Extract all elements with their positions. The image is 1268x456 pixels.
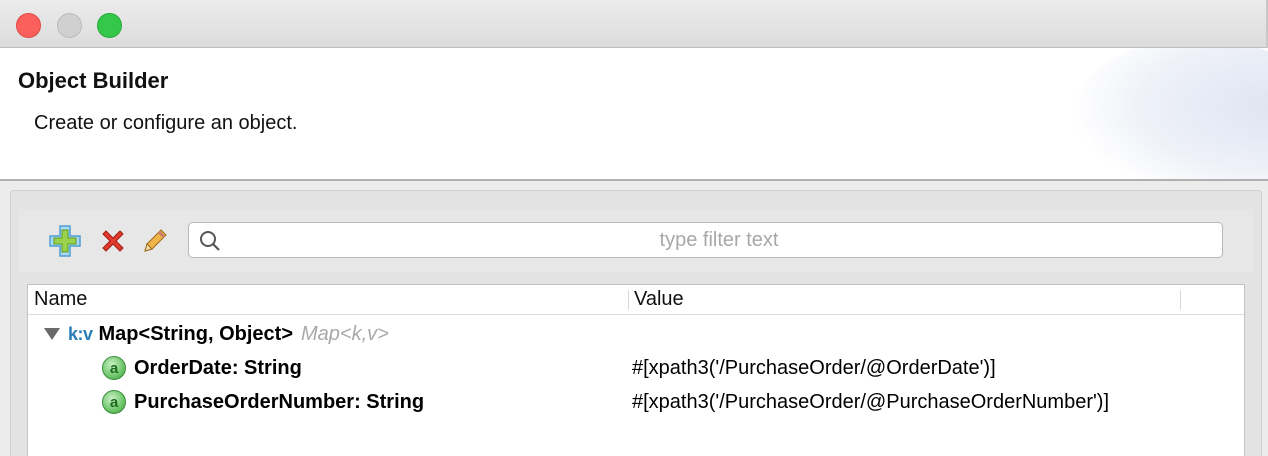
row-value[interactable]: #[xpath3('/PurchaseOrder/@PurchaseOrderN… (632, 385, 1109, 419)
tree-row-root[interactable]: k:v Map<String, Object> Map<k,v> (28, 317, 1244, 351)
attribute-icon: a (102, 390, 126, 414)
expand-triangle-icon[interactable] (44, 328, 60, 340)
edit-button[interactable] (137, 223, 173, 259)
column-header-value[interactable]: Value (634, 288, 684, 311)
title-bar (0, 0, 1268, 48)
row-name: PurchaseOrderNumber: String (134, 390, 425, 413)
root-type-hint: Map<k,v> (301, 322, 389, 345)
attribute-icon-letter: a (109, 393, 119, 411)
dialog-header: Object Builder Create or configure an ob… (0, 48, 1268, 181)
tree-column-header: Name Value (28, 285, 1244, 315)
attribute-icon-letter: a (109, 359, 119, 377)
delete-button[interactable] (95, 223, 131, 259)
row-name-cell: a OrderDate: String (102, 351, 302, 385)
zoom-window-button[interactable] (97, 13, 122, 38)
object-tree[interactable]: Name Value k:v Map<String, Object> Map<k… (27, 284, 1245, 456)
root-label: Map<String, Object> (98, 322, 293, 345)
column-separator[interactable] (628, 290, 629, 310)
map-kv-icon: k:v (68, 323, 93, 344)
row-name-cell: a PurchaseOrderNumber: String (102, 385, 424, 419)
object-builder-window: Object Builder Create or configure an ob… (0, 0, 1268, 456)
row-value[interactable]: #[xpath3('/PurchaseOrder/@OrderDate')] (632, 351, 996, 385)
root-name-cell: k:v Map<String, Object> Map<k,v> (44, 317, 389, 351)
toolbar (19, 209, 1253, 272)
edit-icon (144, 229, 167, 252)
add-button[interactable] (47, 223, 83, 259)
search-icon (200, 231, 220, 251)
header-decoration (1068, 48, 1268, 179)
tree-row[interactable]: a PurchaseOrderNumber: String #[xpath3('… (28, 385, 1244, 419)
column-header-name[interactable]: Name (34, 288, 87, 311)
minimize-window-button[interactable] (57, 13, 82, 38)
filter-field[interactable] (188, 222, 1223, 258)
column-separator[interactable] (1180, 290, 1181, 310)
attribute-icon: a (102, 356, 126, 380)
close-window-button[interactable] (16, 13, 41, 38)
tree-row[interactable]: a OrderDate: String #[xpath3('/PurchaseO… (28, 351, 1244, 385)
content-panel: Name Value k:v Map<String, Object> Map<k… (10, 190, 1262, 456)
filter-input[interactable] (229, 225, 1209, 255)
add-icon (49, 225, 81, 257)
dialog-title: Object Builder (18, 68, 169, 93)
row-name: OrderDate: String (134, 356, 302, 379)
dialog-subtitle: Create or configure an object. (34, 112, 298, 134)
delete-icon (102, 230, 124, 252)
